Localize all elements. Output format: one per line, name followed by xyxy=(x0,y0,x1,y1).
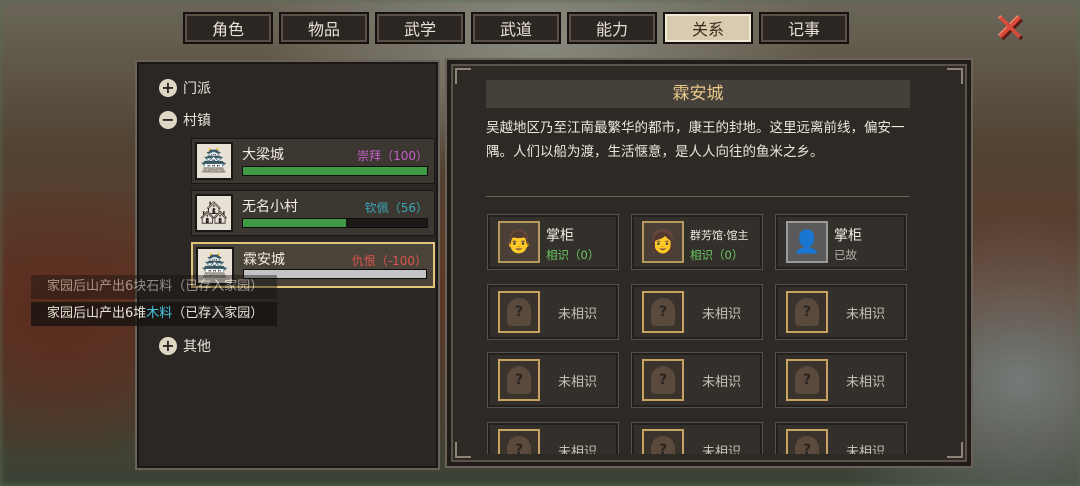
category-towns[interactable]: − 村镇 xyxy=(159,110,211,130)
notification-highlight: 木料 xyxy=(146,306,173,321)
unknown-label: 未相识 xyxy=(846,445,886,454)
tab-journal[interactable]: 记事 xyxy=(759,12,849,44)
unknown-label: 未相识 xyxy=(702,445,742,454)
unknown-label: 未相识 xyxy=(558,307,598,322)
category-other[interactable]: + 其他 xyxy=(159,336,211,356)
npc-card-unknown[interactable]: ? 未相识 xyxy=(775,352,907,408)
npc-status: 已故 xyxy=(834,248,857,262)
tab-character[interactable]: 角色 xyxy=(183,12,273,44)
category-sect[interactable]: + 门派 xyxy=(159,78,211,98)
npc-name: 掌柜 xyxy=(546,228,574,244)
expand-plus-icon: + xyxy=(159,337,177,355)
unknown-silhouette-icon: ? xyxy=(642,359,684,401)
relation-status: 崇拜（100） xyxy=(357,149,428,163)
town-item-daliang[interactable]: 🏯 大梁城 崇拜（100） xyxy=(191,138,435,184)
relation-bar xyxy=(242,166,428,176)
npc-status: 相识（0） xyxy=(546,248,600,262)
tab-bar: 角色 物品 武学 武道 能力 关系 记事 xyxy=(183,12,849,44)
relation-status: 仇恨（-100） xyxy=(351,254,427,268)
town-description: 吴越地区乃至江南最繁华的都市，康王的封地。这里远离前线，偏安一隅。人们以船为渡，… xyxy=(486,120,905,160)
category-label: 村镇 xyxy=(183,113,211,129)
unknown-silhouette-icon: ? xyxy=(498,429,540,454)
npc-name: 群芳馆·馆主 xyxy=(690,229,749,242)
npc-card-unknown[interactable]: ? 未相识 xyxy=(487,422,619,454)
relation-category-panel: + 门派 − 村镇 🏯 大梁城 崇拜（100） 🏘 无名小村 钦佩（56） 🏯 … xyxy=(135,60,440,470)
unknown-silhouette-icon: ? xyxy=(786,291,828,333)
npc-card-shopkeeper[interactable]: 👨 掌柜 相识（0） xyxy=(487,214,619,270)
unknown-label: 未相识 xyxy=(846,375,886,390)
tab-relations[interactable]: 关系 xyxy=(663,12,753,44)
madam-portrait-icon: 👩 xyxy=(642,221,684,263)
village-house-icon: 🏘 xyxy=(195,194,233,232)
npc-card-unknown[interactable]: ? 未相识 xyxy=(487,352,619,408)
npc-card-unknown[interactable]: ? 未相识 xyxy=(631,352,763,408)
npc-card-unknown[interactable]: ? 未相识 xyxy=(631,422,763,454)
shopkeeper-portrait-icon: 👨 xyxy=(498,221,540,263)
notification-text: 家园后山产出6堆 xyxy=(47,306,147,321)
divider xyxy=(486,196,910,197)
unknown-silhouette-icon: ? xyxy=(498,359,540,401)
unknown-label: 未相识 xyxy=(702,375,742,390)
tab-abilities[interactable]: 能力 xyxy=(567,12,657,44)
tab-martial-way[interactable]: 武道 xyxy=(471,12,561,44)
close-icon[interactable]: ✕ xyxy=(990,8,1030,48)
relation-bar-fill xyxy=(243,167,427,175)
relation-bar-fill xyxy=(243,219,347,227)
tab-items[interactable]: 物品 xyxy=(279,12,369,44)
npc-card-shopkeeper-deceased[interactable]: 👤 掌柜 已故 xyxy=(775,214,907,270)
frame-corner-ornament xyxy=(455,442,471,458)
unknown-label: 未相识 xyxy=(846,307,886,322)
npc-card-unknown[interactable]: ? 未相识 xyxy=(631,284,763,340)
town-detail-panel: 霖安城 吴越地区乃至江南最繁华的都市，康王的封地。这里远离前线，偏安一隅。人们以… xyxy=(445,58,973,468)
notification-text: 家园后山产出6块石料（已存入家园） xyxy=(47,279,264,294)
notification-text: （已存入家园） xyxy=(172,306,264,321)
city-gate-icon: 🏯 xyxy=(195,142,233,180)
npc-grid: 👨 掌柜 相识（0） 👩 群芳馆·馆主 相识（0） 👤 掌柜 已故 ? 未相识 … xyxy=(487,214,917,454)
town-name: 无名小村 xyxy=(242,199,298,215)
npc-status: 相识（0） xyxy=(690,248,744,262)
town-title: 霖安城 xyxy=(486,80,910,108)
notification-toast: 家园后山产出6块石料（已存入家园） xyxy=(31,275,278,299)
expand-plus-icon: + xyxy=(159,79,177,97)
relation-bar xyxy=(242,218,428,228)
unknown-label: 未相识 xyxy=(702,307,742,322)
tab-martial-arts[interactable]: 武学 xyxy=(375,12,465,44)
npc-name: 掌柜 xyxy=(834,228,862,244)
category-label: 门派 xyxy=(183,81,211,97)
town-item-wuming[interactable]: 🏘 无名小村 钦佩（56） xyxy=(191,190,435,236)
unknown-silhouette-icon: ? xyxy=(786,359,828,401)
unknown-label: 未相识 xyxy=(558,375,598,390)
npc-card-unknown[interactable]: ? 未相识 xyxy=(775,284,907,340)
npc-card-madam[interactable]: 👩 群芳馆·馆主 相识（0） xyxy=(631,214,763,270)
unknown-silhouette-icon: ? xyxy=(642,291,684,333)
relation-status: 钦佩（56） xyxy=(364,201,428,215)
unknown-silhouette-icon: ? xyxy=(786,429,828,454)
unknown-silhouette-icon: ? xyxy=(642,429,684,454)
category-label: 其他 xyxy=(183,339,211,355)
notification-toast: 家园后山产出6堆木料（已存入家园） xyxy=(31,302,278,326)
frame-corner-ornament xyxy=(947,68,963,84)
npc-card-unknown[interactable]: ? 未相识 xyxy=(775,422,907,454)
unknown-label: 未相识 xyxy=(558,445,598,454)
town-name: 大梁城 xyxy=(242,147,284,163)
frame-corner-ornament xyxy=(455,68,471,84)
unknown-silhouette-icon: ? xyxy=(498,291,540,333)
npc-card-unknown[interactable]: ? 未相识 xyxy=(487,284,619,340)
collapse-minus-icon: − xyxy=(159,111,177,129)
shopkeeper-deceased-portrait-icon: 👤 xyxy=(786,221,828,263)
frame-corner-ornament xyxy=(947,442,963,458)
town-name: 霖安城 xyxy=(243,252,285,268)
